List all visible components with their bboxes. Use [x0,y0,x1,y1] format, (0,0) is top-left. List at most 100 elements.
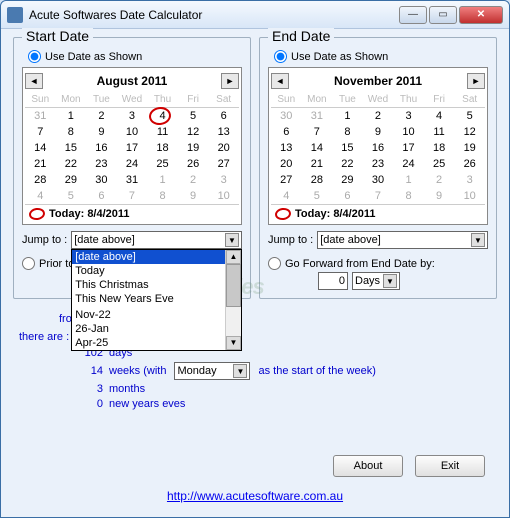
start-today-row[interactable]: Today: 8/4/2011 [25,204,239,222]
cal-day[interactable]: 7 [117,188,148,204]
cal-day[interactable]: 7 [363,188,394,204]
dropdown-item[interactable]: This Christmas [72,278,225,292]
start-jump-combo[interactable]: [date above] ▼ [date above]TodayThis Chr… [71,231,242,249]
cal-day[interactable]: 26 [454,156,485,172]
end-jump-combo[interactable]: [date above] ▼ [317,231,488,249]
cal-day[interactable]: 31 [117,172,148,188]
cal-day[interactable]: 3 [117,108,148,125]
cal-day[interactable]: 28 [302,172,333,188]
cal-day[interactable]: 31 [25,108,56,125]
minimize-button[interactable]: — [399,6,427,24]
cal-day[interactable]: 14 [302,140,333,156]
cal-day[interactable]: 6 [86,188,117,204]
chevron-down-icon[interactable]: ▼ [471,233,485,247]
cal-day[interactable]: 13 [208,124,239,140]
chevron-down-icon[interactable]: ▼ [383,274,397,288]
cal-day[interactable]: 27 [271,172,302,188]
cal-day[interactable]: 10 [117,124,148,140]
cal-day[interactable]: 11 [147,124,178,140]
cal-day[interactable]: 23 [363,156,394,172]
cal-day[interactable]: 17 [393,140,424,156]
cal-day[interactable]: 23 [86,156,117,172]
start-prev-month[interactable]: ◄ [25,73,43,89]
dropdown-scrollbar[interactable]: ▲ ▼ [225,250,241,350]
start-cal-grid[interactable]: SunMonTueWedThuFriSat3112345678910111213… [25,92,239,204]
cal-day[interactable]: 6 [208,108,239,125]
cal-day[interactable]: 1 [147,172,178,188]
cal-day[interactable]: 20 [271,156,302,172]
cal-day[interactable]: 8 [393,188,424,204]
cal-day[interactable]: 30 [86,172,117,188]
cal-day[interactable]: 29 [56,172,87,188]
cal-day[interactable]: 27 [208,156,239,172]
close-button[interactable]: ✕ [459,6,503,24]
cal-day[interactable]: 9 [86,124,117,140]
start-use-date-radio[interactable] [28,50,41,63]
cal-day[interactable]: 9 [424,188,455,204]
about-button[interactable]: About [333,455,403,477]
end-use-date-radio[interactable] [274,50,287,63]
cal-day[interactable]: 2 [178,172,209,188]
cal-day[interactable]: 29 [332,172,363,188]
cal-day[interactable]: 6 [332,188,363,204]
cal-day[interactable]: 5 [56,188,87,204]
maximize-button[interactable]: ▭ [429,6,457,24]
cal-day[interactable]: 20 [208,140,239,156]
cal-day[interactable]: 21 [25,156,56,172]
cal-day[interactable]: 3 [208,172,239,188]
cal-day[interactable]: 22 [332,156,363,172]
start-cal-title[interactable]: August 2011 [47,74,217,88]
cal-day[interactable]: 9 [363,124,394,140]
cal-day[interactable]: 13 [271,140,302,156]
cal-day[interactable]: 1 [332,108,363,125]
cal-day[interactable]: 8 [332,124,363,140]
cal-day[interactable]: 12 [178,124,209,140]
cal-day[interactable]: 28 [25,172,56,188]
cal-day[interactable]: 11 [424,124,455,140]
cal-day[interactable]: 8 [56,124,87,140]
end-forward-num[interactable] [318,272,348,290]
cal-day[interactable]: 4 [147,108,178,125]
end-today-row[interactable]: Today: 8/4/2011 [271,204,485,222]
cal-day[interactable]: 12 [454,124,485,140]
dropdown-item[interactable]: Nov-22 [72,308,225,322]
chevron-down-icon[interactable]: ▼ [233,364,247,378]
scroll-up-icon[interactable]: ▲ [226,250,241,264]
cal-day[interactable]: 1 [56,108,87,125]
dropdown-item[interactable]: Apr-25 [72,336,225,350]
cal-day[interactable]: 2 [363,108,394,125]
website-link[interactable]: http://www.acutesoftware.com.au [167,489,343,503]
cal-day[interactable]: 6 [271,124,302,140]
end-cal-title[interactable]: November 2011 [293,74,463,88]
cal-day[interactable]: 4 [25,188,56,204]
cal-day[interactable]: 3 [393,108,424,125]
dropdown-item[interactable]: [date above] [72,250,225,264]
cal-day[interactable]: 25 [424,156,455,172]
cal-day[interactable]: 5 [178,108,209,125]
cal-day[interactable]: 10 [393,124,424,140]
exit-button[interactable]: Exit [415,455,485,477]
week-start-combo[interactable]: Monday ▼ [174,362,250,380]
cal-day[interactable]: 16 [86,140,117,156]
cal-day[interactable]: 10 [454,188,485,204]
cal-day[interactable]: 16 [363,140,394,156]
cal-day[interactable]: 19 [178,140,209,156]
cal-day[interactable]: 9 [178,188,209,204]
cal-day[interactable]: 18 [147,140,178,156]
end-next-month[interactable]: ► [467,73,485,89]
chevron-down-icon[interactable]: ▼ [225,233,239,247]
scroll-down-icon[interactable]: ▼ [226,336,241,350]
titlebar[interactable]: Acute Softwares Date Calculator — ▭ ✕ [1,1,509,29]
cal-day[interactable]: 1 [393,172,424,188]
end-prev-month[interactable]: ◄ [271,73,289,89]
cal-day[interactable]: 5 [454,108,485,125]
cal-day[interactable]: 19 [454,140,485,156]
cal-day[interactable]: 3 [454,172,485,188]
cal-day[interactable]: 30 [363,172,394,188]
dropdown-item[interactable]: 26-Jan [72,322,225,336]
end-forward-unit[interactable]: Days ▼ [352,272,400,290]
dropdown-list[interactable]: [date above]TodayThis ChristmasThis New … [72,250,225,350]
cal-day[interactable]: 4 [424,108,455,125]
dropdown-item[interactable]: This New Years Eve [72,292,225,306]
cal-day[interactable]: 2 [86,108,117,125]
